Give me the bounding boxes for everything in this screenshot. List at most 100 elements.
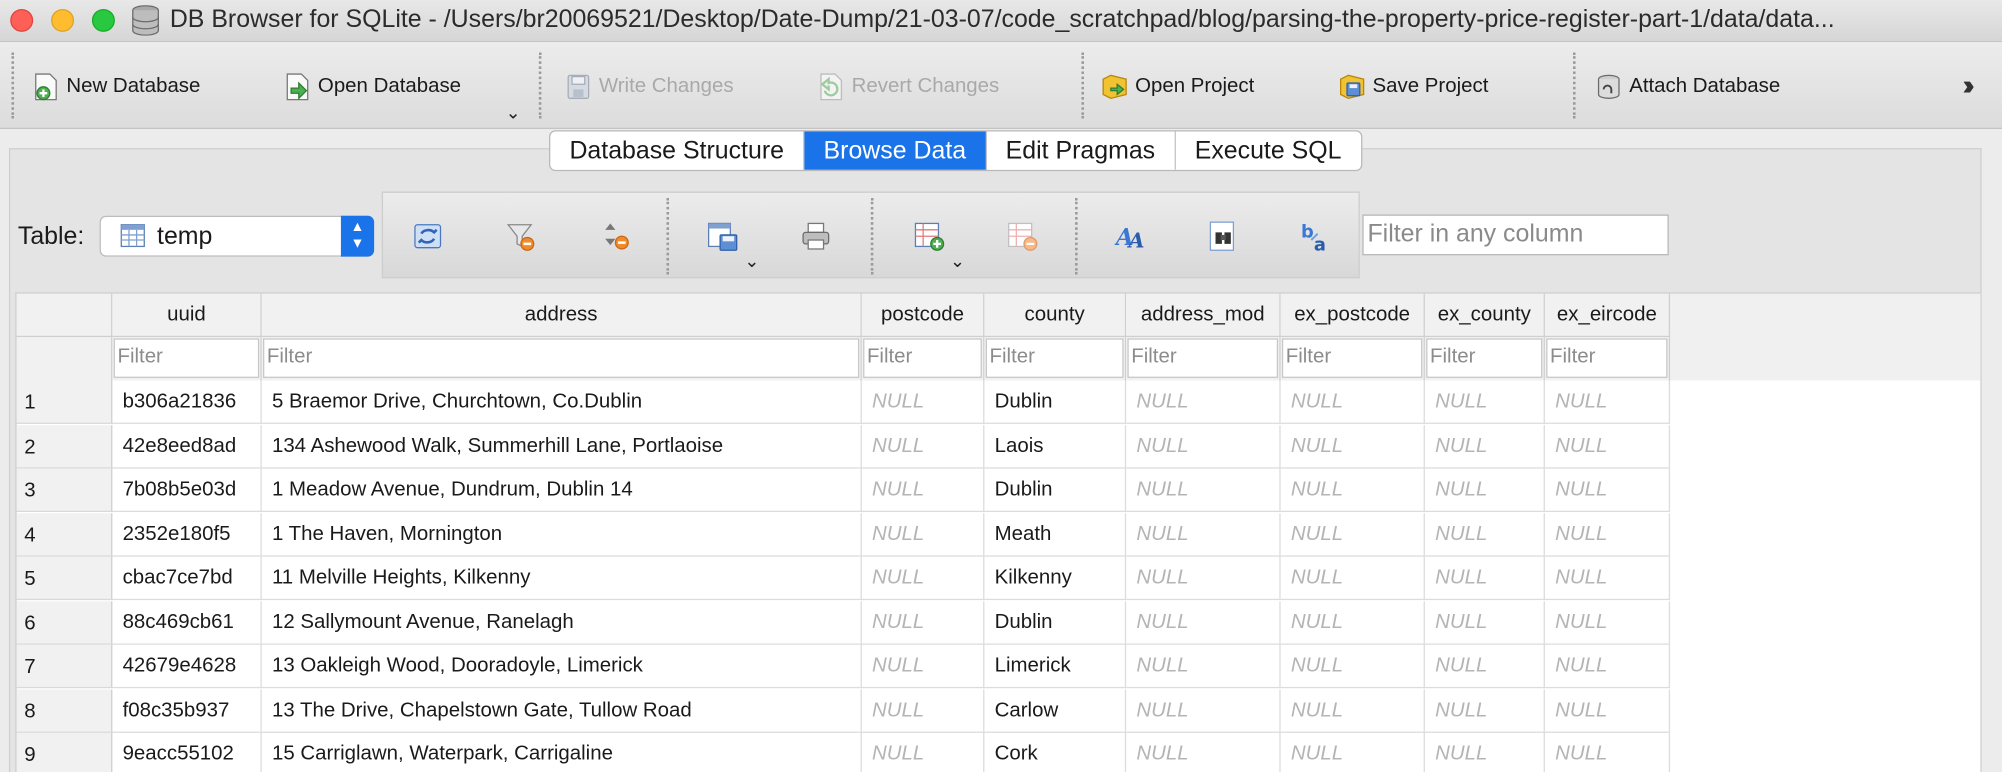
null-cell[interactable]: NULL [1424, 424, 1545, 468]
attach-database-button[interactable]: Attach Database [1595, 66, 1780, 107]
cell-county[interactable]: Dublin [984, 380, 1127, 424]
null-cell[interactable]: NULL [862, 732, 985, 772]
null-cell[interactable]: NULL [1126, 644, 1281, 689]
null-cell[interactable]: NULL [1424, 556, 1545, 601]
cell-address[interactable]: 11 Melville Heights, Kilkenny [261, 556, 862, 601]
zoom-window-button[interactable] [91, 8, 115, 32]
null-cell[interactable]: NULL [1280, 688, 1425, 733]
cell-county[interactable]: Dublin [984, 600, 1127, 645]
null-cell[interactable]: NULL [1544, 600, 1671, 645]
filter-input[interactable]: Filter [1281, 338, 1423, 378]
cell-address[interactable]: 13 The Drive, Chapelstown Gate, Tullow R… [261, 688, 862, 733]
open-project-button[interactable]: Open Project [1101, 66, 1254, 107]
cell-uuid[interactable]: 7b08b5e03d [112, 468, 262, 512]
null-cell[interactable]: NULL [1126, 688, 1281, 733]
null-cell[interactable]: NULL [1280, 556, 1425, 601]
null-cell[interactable]: NULL [861, 688, 985, 733]
filter-input[interactable]: Filter [1127, 338, 1279, 378]
column-header-address[interactable]: address [261, 293, 862, 338]
null-cell[interactable]: NULL [1280, 380, 1425, 424]
null-cell[interactable]: NULL [1425, 732, 1545, 772]
row-number[interactable]: 9 [16, 732, 113, 772]
null-cell[interactable]: NULL [1544, 688, 1671, 733]
null-cell[interactable]: NULL [861, 468, 985, 512]
revert-changes-button[interactable]: Revert Changes [817, 66, 999, 107]
cell-county[interactable]: Cork [984, 732, 1127, 772]
cell-county[interactable]: Carlow [984, 688, 1127, 733]
print-icon[interactable] [799, 220, 832, 253]
row-number[interactable]: 3 [16, 468, 113, 512]
filter-input[interactable]: Filter [263, 338, 860, 378]
null-cell[interactable]: NULL [1280, 512, 1425, 557]
table-select-stepper-icon[interactable]: ▲ ▼ [340, 215, 375, 257]
null-cell[interactable]: NULL [1126, 380, 1281, 424]
cell-uuid[interactable]: b306a21836 [112, 380, 262, 424]
row-number[interactable]: 7 [16, 644, 113, 689]
null-cell[interactable]: NULL [1544, 644, 1671, 689]
null-cell[interactable]: NULL [1424, 688, 1545, 733]
cell-address[interactable]: 5 Braemor Drive, Churchtown, Co.Dublin [261, 380, 862, 424]
toolbar-grip[interactable] [1081, 52, 1085, 119]
cell-uuid[interactable]: 2352e180f5 [112, 512, 262, 557]
null-cell[interactable]: NULL [1424, 600, 1545, 645]
insert-record-dropdown-chevron-icon[interactable]: ⌄ [950, 250, 965, 272]
null-cell[interactable]: NULL [861, 512, 985, 557]
close-window-button[interactable] [10, 8, 34, 32]
cell-uuid[interactable]: 88c469cb61 [112, 600, 262, 645]
cell-county[interactable]: Meath [984, 512, 1127, 557]
row-number[interactable]: 4 [16, 512, 113, 557]
null-cell[interactable]: NULL [1126, 512, 1281, 557]
filter-input[interactable]: Filter [113, 338, 260, 378]
tab-execute-sql[interactable]: Execute SQL [1176, 132, 1361, 170]
null-cell[interactable]: NULL [1545, 732, 1671, 772]
null-cell[interactable]: NULL [1280, 424, 1425, 468]
cell-address[interactable]: 13 Oakleigh Wood, Dooradoyle, Limerick [261, 644, 862, 689]
null-cell[interactable]: NULL [1281, 732, 1425, 772]
find-replace-icon[interactable]: b a [1300, 220, 1333, 253]
tab-browse-data[interactable]: Browse Data [804, 131, 987, 170]
tab-database-structure[interactable]: Database Structure [550, 131, 805, 170]
cell-county[interactable]: Limerick [984, 644, 1127, 689]
new-database-button[interactable]: New Database [32, 66, 200, 107]
null-cell[interactable]: NULL [1544, 468, 1671, 512]
null-cell[interactable]: NULL [1126, 600, 1281, 645]
cell-address[interactable]: 134 Ashewood Walk, Summerhill Lane, Port… [261, 424, 862, 468]
null-cell[interactable]: NULL [1126, 556, 1281, 601]
save-table-as-icon[interactable] [706, 220, 739, 253]
refresh-icon[interactable] [411, 220, 444, 253]
null-cell[interactable]: NULL [861, 380, 985, 424]
minimize-window-button[interactable] [51, 8, 75, 32]
toolbar-overflow-chevron-icon[interactable]: ›› [1962, 69, 1974, 102]
column-header-ex-eircode[interactable]: ex_eircode [1544, 293, 1671, 338]
tab-edit-pragmas[interactable]: Edit Pragmas [987, 131, 1176, 170]
cell-uuid[interactable]: 42e8eed8ad [112, 424, 262, 468]
null-cell[interactable]: NULL [861, 556, 985, 601]
null-cell[interactable]: NULL [1126, 732, 1281, 772]
column-header-ex-postcode[interactable]: ex_postcode [1280, 293, 1425, 338]
row-number[interactable]: 6 [16, 600, 113, 645]
browse-toolbar-grip[interactable] [666, 197, 670, 275]
table-select[interactable]: temp ▲ ▼ [99, 215, 375, 257]
null-cell[interactable]: NULL [1126, 468, 1281, 512]
null-cell[interactable]: NULL [1280, 644, 1425, 689]
delete-record-icon[interactable] [1006, 220, 1039, 253]
null-cell[interactable]: NULL [1280, 600, 1425, 645]
column-header-postcode[interactable]: postcode [861, 293, 985, 338]
cell-address[interactable]: 1 The Haven, Mornington [261, 512, 862, 557]
filter-input[interactable]: Filter [863, 338, 982, 378]
cell-uuid[interactable]: 9eacc55102 [112, 732, 262, 772]
cell-address[interactable]: 12 Sallymount Avenue, Ranelagh [261, 600, 862, 645]
filter-input[interactable]: Filter [985, 338, 1124, 378]
save-project-button[interactable]: Save Project [1338, 66, 1488, 107]
null-cell[interactable]: NULL [1280, 468, 1425, 512]
cell-county[interactable]: Kilkenny [984, 556, 1127, 601]
grid-corner-header[interactable] [16, 293, 113, 338]
save-table-dropdown-chevron-icon[interactable]: ⌄ [744, 250, 759, 272]
null-cell[interactable]: NULL [1544, 380, 1671, 424]
cell-address[interactable]: 15 Carriglawn, Waterpark, Carrigaline [262, 732, 862, 772]
find-icon[interactable] [1207, 220, 1240, 253]
null-cell[interactable]: NULL [1544, 424, 1671, 468]
null-cell[interactable]: NULL [1544, 512, 1671, 557]
write-changes-button[interactable]: Write Changes [564, 66, 734, 107]
browse-toolbar-grip[interactable] [870, 197, 874, 275]
